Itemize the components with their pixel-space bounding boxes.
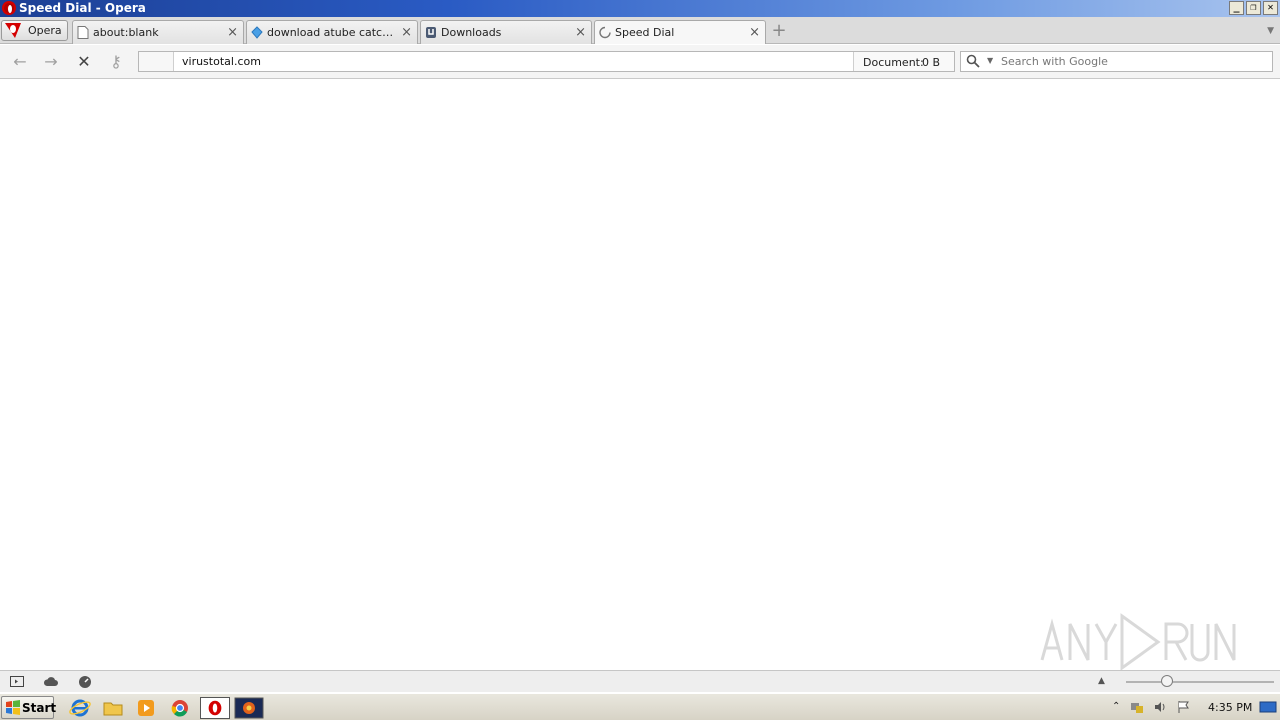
tab-close-icon[interactable]: × (227, 25, 238, 40)
show-hidden-icons-button[interactable]: ⌃ (1112, 701, 1120, 712)
opera-o-icon (5, 23, 21, 38)
chrome-icon[interactable] (168, 697, 192, 719)
back-button[interactable]: ← (9, 53, 31, 71)
windows-logo-icon (6, 700, 20, 715)
tab-label: Downloads (441, 26, 502, 39)
tab-about-blank[interactable]: about:blank × (72, 20, 244, 44)
network-icon[interactable] (1130, 700, 1144, 714)
media-player-icon[interactable] (134, 697, 158, 719)
tab-menu-chevron-icon[interactable]: ▼ (1267, 26, 1274, 36)
opera-menu-button[interactable]: Opera (1, 20, 68, 41)
folder-icon[interactable] (101, 697, 125, 719)
zoom-slider-track[interactable] (1126, 681, 1274, 683)
diamond-icon (251, 26, 263, 39)
tab-downloads[interactable]: Downloads × (420, 20, 592, 44)
document-label: Document: (863, 56, 924, 69)
tab-download-atube[interactable]: download atube catcher … × (246, 20, 418, 44)
panel-toggle-icon[interactable] (9, 674, 25, 689)
zoom-menu-icon[interactable]: ▲ (1098, 676, 1105, 686)
opera-link-cloud-icon[interactable] (43, 674, 59, 689)
site-info-badge[interactable] (139, 52, 174, 71)
downloads-icon (426, 27, 436, 38)
opera-menu-label: Opera (28, 24, 62, 37)
document-size: 0 B (921, 56, 940, 69)
opera-turbo-icon[interactable] (77, 674, 93, 689)
anyrun-watermark-logo (1040, 613, 1236, 671)
page-icon (77, 26, 89, 39)
volume-icon[interactable] (1153, 700, 1167, 714)
tab-speed-dial[interactable]: Speed Dial × (594, 20, 766, 44)
tab-close-icon[interactable]: × (749, 25, 760, 40)
document-size-indicator: Document: 0 B (853, 52, 954, 71)
close-button[interactable]: ✕ (1263, 1, 1278, 15)
taskbar: Start ⌃ 4:35 PM (0, 693, 1280, 720)
address-bar[interactable]: virustotal.com Document: 0 B (138, 51, 955, 72)
search-input[interactable] (1001, 54, 1261, 69)
restore-button[interactable]: ❐ (1246, 1, 1261, 15)
tab-bar: Opera about:blank × download atube catch… (0, 17, 1280, 44)
tab-label: about:blank (93, 26, 159, 39)
start-button[interactable]: Start (1, 696, 57, 719)
search-icon (966, 54, 980, 68)
key-icon[interactable]: ⚷ (105, 53, 127, 71)
title-bar: Speed Dial - Opera _ ❐ ✕ (0, 0, 1280, 17)
internet-explorer-icon[interactable] (68, 697, 92, 719)
stop-button[interactable]: ✕ (73, 53, 95, 71)
tab-close-icon[interactable]: × (401, 25, 412, 40)
app-icon[interactable] (234, 697, 264, 719)
page-content (0, 80, 1280, 670)
opera-icon[interactable] (200, 697, 230, 719)
window-controls: _ ❐ ✕ (1229, 1, 1278, 15)
window-title: Speed Dial - Opera (19, 1, 146, 15)
action-center-flag-icon[interactable] (1177, 700, 1191, 714)
tab-label: Speed Dial (615, 26, 675, 39)
start-label: Start (22, 701, 57, 715)
loading-spinner-icon (599, 26, 611, 39)
zoom-slider-handle[interactable] (1161, 675, 1173, 687)
search-box[interactable]: ▼ (960, 51, 1273, 72)
forward-button[interactable]: → (40, 53, 62, 71)
minimize-button[interactable]: _ (1229, 1, 1244, 15)
tab-close-icon[interactable]: × (575, 25, 586, 40)
search-engine-dropdown-icon[interactable]: ▼ (987, 56, 993, 65)
system-clock[interactable]: 4:35 PM (1208, 701, 1252, 714)
navigation-toolbar: ← → ✕ ⚷ virustotal.com Document: 0 B ▼ (0, 45, 1280, 79)
show-desktop-icon[interactable] (1259, 700, 1277, 714)
new-tab-button[interactable]: + (771, 22, 787, 40)
opera-logo-icon (2, 1, 16, 15)
tab-label: download atube catcher … (267, 26, 397, 39)
address-url[interactable]: virustotal.com (182, 55, 261, 68)
status-bar: ▲ (0, 670, 1280, 692)
